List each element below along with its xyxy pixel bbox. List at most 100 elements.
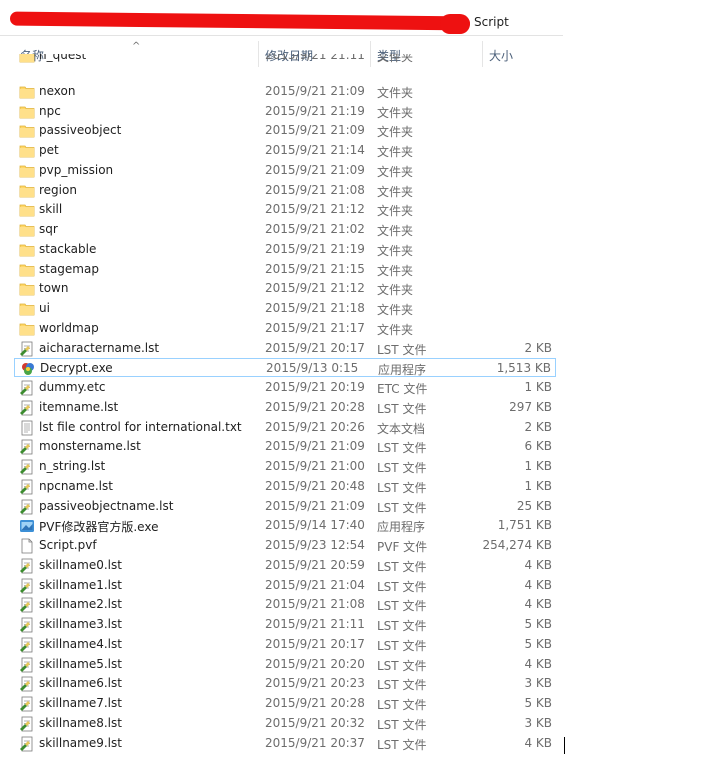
file-type: LST 文件 <box>377 599 427 614</box>
folder-row[interactable]: pet 2015/9/21 21:14 文件夹 <box>14 141 556 160</box>
file-row[interactable]: skillname4.lst 2015/9/21 20:17 LST 文件 5 KB <box>14 635 556 654</box>
file-row[interactable]: skillname1.lst 2015/9/21 21:04 LST 文件 4 KB <box>14 576 556 595</box>
file-row[interactable]: aicharactername.lst 2015/9/21 20:17 LST 文件… <box>14 339 556 358</box>
folder-row[interactable]: passiveobject 2015/9/21 21:09 文件夹 <box>14 121 556 140</box>
file-name[interactable]: skillname9.lst <box>39 736 122 750</box>
file-date: 2015/9/21 21:12 <box>265 202 365 217</box>
file-name[interactable]: nexon <box>39 84 75 98</box>
redaction-mark-end <box>440 14 470 34</box>
file-name[interactable]: monstername.lst <box>39 439 141 453</box>
file-row[interactable]: skillname9.lst 2015/9/21 20:37 LST 文件 4 KB <box>14 734 556 753</box>
file-name[interactable]: pet <box>39 143 59 157</box>
file-type: LST 文件 <box>377 619 427 633</box>
file-row[interactable]: skillname7.lst 2015/9/21 20:28 LST 文件 5 KB <box>14 694 556 713</box>
file-name[interactable]: aicharactername.lst <box>39 341 159 355</box>
file-date: 2015/9/21 20:19 <box>265 380 365 394</box>
folder-row[interactable]: sqr 2015/9/21 21:02 文件夹 <box>14 220 556 239</box>
lst-file-icon <box>19 341 35 357</box>
file-size: 4 KB <box>524 597 552 612</box>
file-size: 4 KB <box>524 557 552 572</box>
file-name[interactable]: skillname1.lst <box>39 578 122 592</box>
file-row[interactable]: npcname.lst 2015/9/21 20:48 LST 文件 1 KB <box>14 477 556 496</box>
file-name[interactable]: skillname7.lst <box>39 696 122 710</box>
file-name[interactable]: skill <box>39 202 62 216</box>
file-row[interactable]: skillname5.lst 2015/9/21 20:20 LST 文件 4 KB <box>14 655 556 674</box>
address-path-segment[interactable]: Script <box>474 15 509 29</box>
file-type: 文件夹 <box>377 85 414 100</box>
file-name[interactable]: stagemap <box>39 262 99 276</box>
file-name[interactable]: skillname2.lst <box>39 597 122 611</box>
file-size: 2 KB <box>524 340 552 355</box>
file-name[interactable]: npc <box>39 104 61 118</box>
file-name[interactable]: lst file control for international.txt <box>39 420 242 434</box>
file-row[interactable]: itemname.lst 2015/9/21 20:28 LST 文件 297 KB <box>14 398 556 417</box>
file-name[interactable]: n_string.lst <box>39 459 105 473</box>
file-name[interactable]: n_quest <box>39 54 86 62</box>
file-date: 2015/9/21 21:11 <box>265 617 365 631</box>
file-name[interactable]: PVF修改器官方版.exe <box>39 518 158 535</box>
file-name[interactable]: skillname4.lst <box>39 637 122 651</box>
file-date: 2015/9/21 21:18 <box>265 301 365 315</box>
file-name[interactable]: itemname.lst <box>39 400 118 414</box>
folder-row[interactable]: n_quest 2015/9/21 21:11 文件夹 <box>14 54 556 65</box>
folder-row[interactable]: region 2015/9/21 21:08 文件夹 <box>14 181 556 200</box>
file-type: 文件夹 <box>377 125 414 140</box>
folder-row[interactable]: town 2015/9/21 21:12 文件夹 <box>14 279 556 298</box>
file-row[interactable]: passiveobjectname.lst 2015/9/21 21:09 LST … <box>14 497 556 516</box>
file-date: 2015/9/21 20:20 <box>265 656 365 671</box>
file-name[interactable]: region <box>39 183 77 197</box>
file-row[interactable]: skillname6.lst 2015/9/21 20:23 LST 文件 3 KB <box>14 674 556 693</box>
file-date: 2015/9/21 21:09 <box>265 162 365 177</box>
folder-row[interactable]: ui 2015/9/21 21:18 文件夹 <box>14 299 556 318</box>
address-bar[interactable]: Script <box>0 10 563 36</box>
file-date: 2015/9/21 20:32 <box>265 715 365 730</box>
file-type: 文件夹 <box>377 243 414 258</box>
folder-row[interactable]: nexon 2015/9/21 21:09 文件夹 <box>14 82 556 101</box>
file-name[interactable]: pvp_mission <box>39 163 113 177</box>
file-name[interactable]: passiveobject <box>39 123 121 137</box>
file-name[interactable]: ui <box>39 301 50 315</box>
file-date: 2015/9/21 20:17 <box>265 340 365 355</box>
file-name[interactable]: skillname6.lst <box>39 676 122 690</box>
file-name[interactable]: skillname0.lst <box>39 558 122 572</box>
file-row[interactable]: Decrypt.exe 2015/9/13 0:15 应用程序 1,513 KB <box>14 358 556 378</box>
file-type: 应用程序 <box>378 363 427 378</box>
lst-file-icon <box>19 637 35 653</box>
folder-icon <box>19 84 35 100</box>
folder-row[interactable]: stackable 2015/9/21 21:19 文件夹 <box>14 240 556 259</box>
folder-row[interactable]: npc 2015/9/21 21:19 文件夹 <box>14 102 556 121</box>
folder-row[interactable]: stagemap 2015/9/21 21:15 文件夹 <box>14 260 556 279</box>
file-name[interactable]: skillname3.lst <box>39 617 122 631</box>
file-row[interactable]: dummy.etc 2015/9/21 20:19 ETC 文件 1 KB <box>14 378 556 397</box>
file-row[interactable]: skillname3.lst 2015/9/21 21:11 LST 文件 5 KB <box>14 615 556 634</box>
file-date: 2015/9/21 21:15 <box>265 261 365 276</box>
file-row[interactable]: PVF修改器官方版.exe 2015/9/14 17:40 应用程序 1,751 KB <box>14 516 556 535</box>
file-name[interactable]: Decrypt.exe <box>40 361 113 375</box>
file-name[interactable]: npcname.lst <box>39 479 113 493</box>
file-row[interactable]: skillname0.lst 2015/9/21 20:59 LST 文件 4 KB <box>14 556 556 575</box>
file-row[interactable]: n_string.lst 2015/9/21 21:00 LST 文件 1 KB <box>14 457 556 476</box>
file-row[interactable]: skillname8.lst 2015/9/21 20:32 LST 文件 3 KB <box>14 714 556 733</box>
file-name[interactable]: sqr <box>39 222 58 236</box>
file-type: ETC 文件 <box>377 382 428 396</box>
file-row[interactable]: Script.pvf 2015/9/23 12:54 PVF 文件 254,274 K… <box>14 536 556 555</box>
folder-icon <box>19 281 35 297</box>
file-name[interactable]: Script.pvf <box>39 538 97 552</box>
file-name[interactable]: worldmap <box>39 321 99 335</box>
folder-row[interactable]: skill 2015/9/21 21:12 文件夹 <box>14 200 556 219</box>
file-name[interactable]: skillname8.lst <box>39 716 122 730</box>
file-row[interactable]: monstername.lst 2015/9/21 21:09 LST 文件 6 KB <box>14 437 556 456</box>
file-name[interactable]: stackable <box>39 242 96 256</box>
file-name[interactable]: town <box>39 281 68 295</box>
file-name[interactable]: dummy.etc <box>39 380 106 394</box>
file-type: LST 文件 <box>377 559 427 574</box>
file-name[interactable]: skillname5.lst <box>39 657 122 671</box>
file-name[interactable]: passiveobjectname.lst <box>39 499 173 513</box>
folder-row[interactable]: pvp_mission 2015/9/21 21:09 文件夹 <box>14 161 556 180</box>
folder-row[interactable]: worldmap 2015/9/21 21:17 文件夹 <box>14 319 556 338</box>
file-row[interactable]: lst file control for international.txt 20… <box>14 418 556 437</box>
file-row[interactable]: skillname2.lst 2015/9/21 21:08 LST 文件 4 KB <box>14 595 556 614</box>
file-date: 2015/9/21 20:28 <box>265 696 365 710</box>
file-size: 1 KB <box>524 380 552 394</box>
file-date: 2015/9/21 20:28 <box>265 399 365 414</box>
